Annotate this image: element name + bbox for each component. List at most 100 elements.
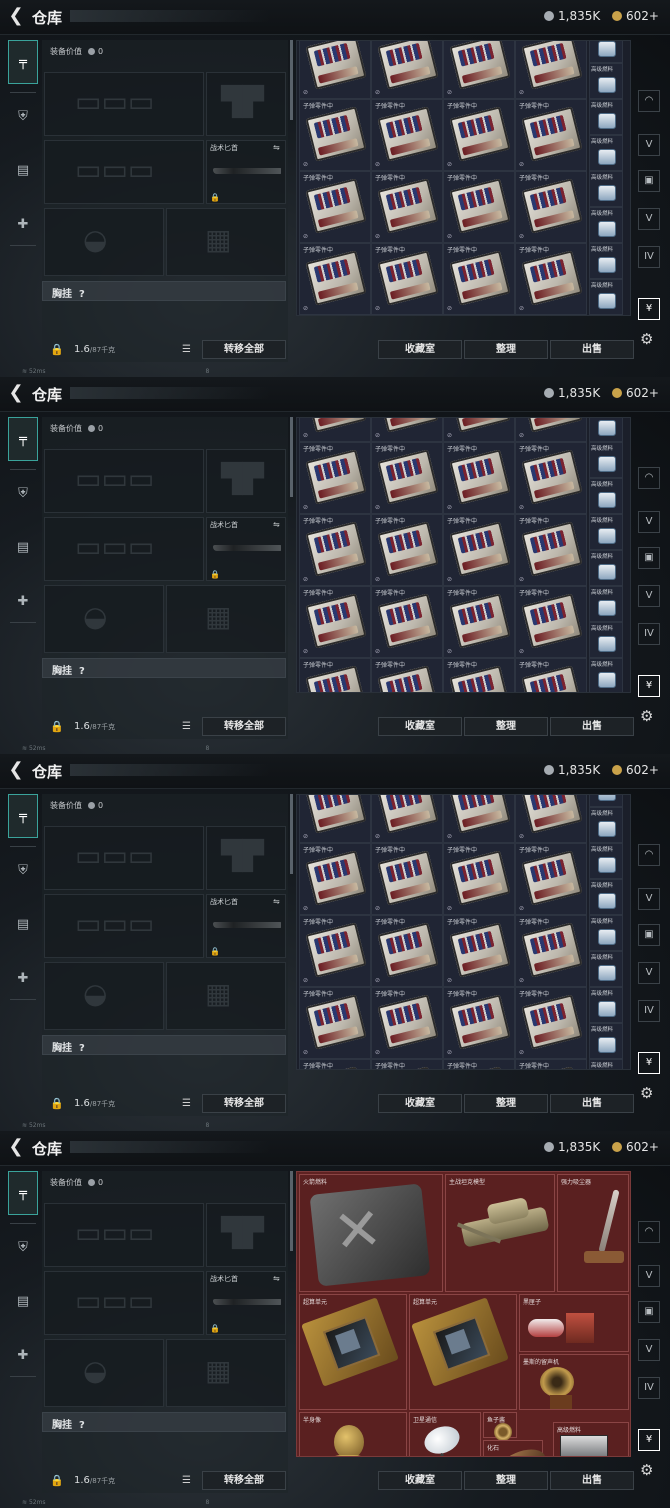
scrollbar[interactable] [290,417,293,497]
clipboard-tab-icon[interactable]: ▤ [8,902,38,946]
primary-weapon-slot[interactable]: ▭▭▭ [44,72,204,136]
medkit-tab-icon[interactable]: ✚ [8,202,38,246]
armor-slot[interactable]: ▦ [166,585,286,653]
back-arrow-icon[interactable]: ❮ [6,760,26,780]
ammo-parts-item[interactable]: 子弹零件中⊘ [371,315,443,316]
back-arrow-icon[interactable]: ❮ [6,383,26,403]
secondary-weapon-slot[interactable]: ▭▭▭ [44,894,204,958]
list-icon[interactable]: ☰ [182,344,191,355]
advanced-fuel-item[interactable]: 高级燃料 [589,41,623,63]
filter-box-icon[interactable]: ▣ [638,170,660,192]
ammo-parts-item[interactable]: 子弹零件中⊘ [299,843,371,915]
vault-button[interactable]: 收藏室 [378,1471,462,1490]
filter-box-icon[interactable]: ▣ [638,547,660,569]
scrollbar[interactable] [290,1171,293,1251]
filter-v2-icon[interactable]: V [638,962,660,984]
ammo-parts-item[interactable]: 子弹零件中⊘ [443,41,515,99]
advanced-fuel-item[interactable]: 高级燃料 [589,63,623,99]
ammo-parts-item[interactable]: 子弹零件中⊘ [299,99,371,171]
shield-tab-icon[interactable]: ⛨ [8,848,38,892]
shield-tab-icon[interactable]: ⛨ [8,94,38,138]
filter-iv-icon[interactable]: IV [638,246,660,268]
ammo-parts-item[interactable]: 子弹零件中⊘ [371,243,443,315]
ammo-parts-item[interactable]: 子弹零件中⊘ [443,843,515,915]
gold-currency[interactable]: 602+ [612,9,659,23]
helmet-slot[interactable]: ◒ [44,1339,164,1407]
armor-slot[interactable]: ▦ [166,962,286,1030]
ammo-parts-item[interactable]: 子弹零件中⊘ [443,915,515,987]
medkit-tab-icon[interactable]: ✚ [8,579,38,623]
help-icon[interactable]: ? [79,1043,85,1054]
list-icon[interactable]: ☰ [182,1475,191,1486]
medkit-tab-icon[interactable]: ✚ [8,956,38,1000]
ammo-parts-item[interactable]: 子弹零件中⊘ [515,658,587,692]
scrollbar[interactable] [290,40,293,120]
chest-rig-slot[interactable]: 胸挂 ? [42,1412,286,1432]
filter-iv-icon[interactable]: IV [638,1000,660,1022]
gold-currency[interactable]: 602+ [612,763,659,777]
shield-tab-icon[interactable]: ⛨ [8,1225,38,1269]
primary-weapon-slot[interactable]: ▭▭▭ [44,826,204,890]
clipboard-tab-icon[interactable]: ▤ [8,1279,38,1323]
ammo-parts-item[interactable]: 子弹零件中⊘ [371,987,443,1059]
ammo-parts-item[interactable]: 子弹零件中⊘ [443,987,515,1059]
primary-weapon-slot[interactable]: ▭▭▭ [44,1203,204,1267]
filter-iv-icon[interactable]: IV [638,623,660,645]
advanced-fuel-item[interactable]: 高级燃料 [589,279,623,315]
advanced-fuel-item[interactable]: 高级燃料 [589,879,623,915]
advanced-fuel-item[interactable]: 高级燃料 [589,243,623,279]
bust-item[interactable]: 半身像 [299,1412,407,1456]
help-icon[interactable]: ? [79,666,85,677]
ammo-parts-item[interactable]: 子弹零件中⊘ [299,442,371,514]
vault-button[interactable]: 收藏室 [378,340,462,359]
knife-slot[interactable]: 战术匕首 ⇋ 🔒 [206,140,286,204]
advanced-fuel-item[interactable]: 高级燃料 [589,658,623,692]
secondary-weapon-slot[interactable]: ▭▭▭ [44,140,204,204]
knife-slot[interactable]: 战术匕首 ⇋ 🔒 [206,894,286,958]
filter-v1-icon[interactable]: V [638,134,660,156]
ammo-parts-item[interactable]: 子弹零件中⊘ [299,315,371,316]
ammo-parts-item[interactable]: 子弹零件中⊘ [371,795,443,843]
ammo-parts-item[interactable]: 子弹零件中⊘ [515,243,587,315]
armor-slot[interactable]: ▦ [166,1339,286,1407]
ammo-parts-item[interactable]: 子弹零件中⊘ [443,418,515,442]
gramophone-item[interactable]: 墨斯的留声机 [519,1354,629,1410]
vault-button[interactable]: 收藏室 [378,1094,462,1113]
medkit-tab-icon[interactable]: ✚ [8,1333,38,1377]
ammo-parts-item[interactable]: 子弹零件中⊘ [299,795,371,843]
pistol-slot[interactable]: ▜▛ [206,826,286,890]
sort-button[interactable]: 整理 [464,340,548,359]
weapon-tab-icon[interactable]: ╤ [8,1171,38,1215]
advanced-fuel-item[interactable]: 高级燃料 [589,586,623,622]
back-arrow-icon[interactable]: ❮ [6,6,26,26]
ammo-parts-item[interactable]: 子弹零件中⊘ [299,915,371,987]
weapon-tab-icon[interactable]: ╤ [8,794,38,838]
ammo-parts-item[interactable]: 子弹零件中⊘ [515,586,587,658]
sell-button[interactable]: 出售 [550,717,634,736]
ammo-parts-item[interactable]: 子弹零件中⊘ [443,514,515,586]
silver-currency[interactable]: 1,835K [544,1140,600,1154]
ammo-parts-item[interactable]: 子弹零件中⊘ [371,514,443,586]
helmet-slot[interactable]: ◒ [44,962,164,1030]
sort-button[interactable]: 整理 [464,1094,548,1113]
transfer-all-button[interactable]: 转移全部 [202,717,286,736]
ammo-parts-item[interactable]: 子弹零件中⊘ [371,843,443,915]
transfer-all-button[interactable]: 转移全部 [202,1471,286,1490]
pistol-slot[interactable]: ▜▛ [206,449,286,513]
ammo-parts-item[interactable]: 子弹零件中⊘ [299,171,371,243]
primary-weapon-slot[interactable]: ▭▭▭ [44,449,204,513]
advanced-fuel-item[interactable]: 高级燃料 [589,987,623,1023]
ammo-parts-item[interactable]: 子弹零件中⊘ [299,586,371,658]
helmet-filter-icon[interactable]: ◠ [638,467,660,489]
helmet-slot[interactable]: ◒ [44,585,164,653]
ammo-parts-item[interactable]: 子弹零件中⊘ [443,1059,515,1069]
shield-tab-icon[interactable]: ⛨ [8,471,38,515]
ammo-parts-item[interactable]: 子弹零件中⊘ [443,442,515,514]
chest-rig-slot[interactable]: 胸挂 ? [42,281,286,301]
advanced-fuel-item[interactable]: 高级燃料 [589,622,623,658]
ammo-parts-item[interactable]: 子弹零件中⊘ [371,418,443,442]
advanced-fuel-item[interactable]: 高级燃料 [589,207,623,243]
filter-v2-icon[interactable]: V [638,208,660,230]
ammo-parts-item[interactable]: 子弹零件中⊘ [371,99,443,171]
sell-button[interactable]: 出售 [550,1094,634,1113]
